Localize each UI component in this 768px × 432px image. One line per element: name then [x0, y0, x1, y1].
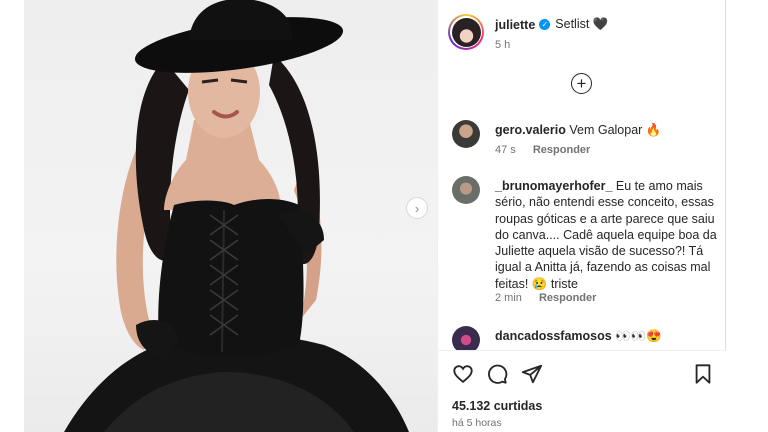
post-header: juliette ✓ Setlist 🖤 5 h — [438, 0, 727, 62]
comment-text: gero.valerio Vem Galopar 🔥 — [495, 122, 717, 138]
right-backdrop — [726, 0, 768, 432]
post-photo[interactable] — [24, 0, 437, 432]
send-icon[interactable] — [521, 363, 543, 385]
chevron-right-icon: › — [414, 200, 420, 216]
instagram-post-view: › juliette ✓ Setlist 🖤 5 h + gero.valeri… — [0, 0, 768, 432]
bookmark-icon[interactable] — [692, 363, 714, 385]
comment-time: 47 s — [495, 144, 516, 156]
author-avatar[interactable] — [448, 14, 484, 50]
author-line: juliette ✓ Setlist 🖤 — [495, 17, 608, 32]
post-caption: Setlist 🖤 — [555, 17, 609, 31]
comment-icon[interactable] — [486, 363, 508, 385]
post-panel: juliette ✓ Setlist 🖤 5 h + gero.valerio … — [437, 0, 727, 432]
comment-avatar[interactable] — [452, 120, 480, 148]
comment-content: 👀👀😍 — [615, 329, 662, 343]
heart-icon[interactable] — [452, 363, 474, 385]
post-time[interactable]: 5 h — [495, 39, 510, 51]
likes-count[interactable]: 45.132 curtidas — [452, 399, 542, 413]
comment-username[interactable]: gero.valerio — [495, 123, 566, 137]
comment-text: dancadossfamosos 👀👀😍 — [495, 328, 717, 344]
comment-username[interactable]: dancadossfamosos — [495, 329, 612, 343]
photo-illustration — [64, 0, 409, 432]
comment-content: Vem Galopar 🔥 — [569, 123, 662, 137]
load-more-comments-button[interactable]: + — [571, 73, 592, 94]
left-backdrop — [0, 0, 24, 432]
comment-text: _brunomayerhofer_ Eu te amo mais sério, … — [495, 178, 717, 292]
comment-time: 2 min — [495, 292, 522, 304]
comment-meta: 2 min Responder — [495, 292, 610, 304]
comment-username[interactable]: _brunomayerhofer_ — [495, 179, 612, 193]
post-age: há 5 horas — [452, 417, 502, 429]
post-actions-bar: 45.132 curtidas há 5 horas — [438, 350, 727, 432]
plus-icon: + — [576, 74, 587, 93]
reply-button[interactable]: Responder — [539, 292, 596, 304]
verified-badge-icon: ✓ — [539, 19, 551, 30]
comment-meta: 47 s Responder — [495, 144, 604, 156]
avatar-image — [451, 17, 481, 47]
comment-content: Eu te amo mais sério, não entendi esse c… — [495, 179, 717, 291]
next-photo-button[interactable]: › — [406, 197, 428, 219]
reply-button[interactable]: Responder — [533, 144, 590, 156]
comment-avatar[interactable] — [452, 176, 480, 204]
author-username[interactable]: juliette — [495, 18, 535, 32]
